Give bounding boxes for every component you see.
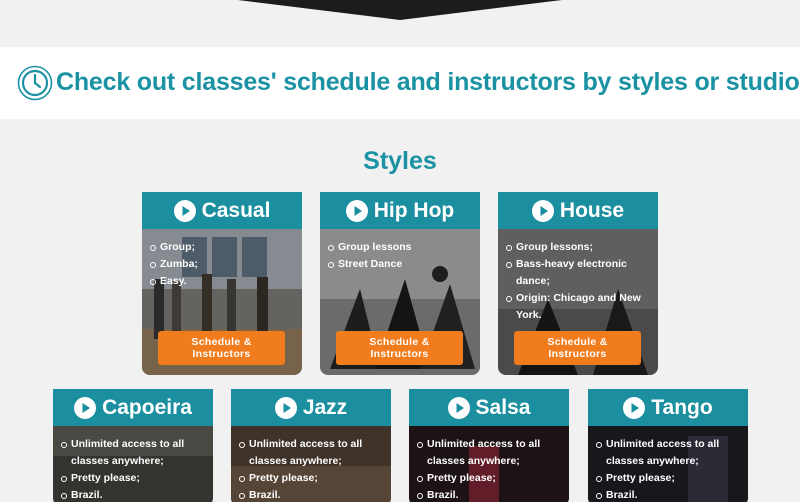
list-item: Brazil. [417, 487, 563, 502]
style-card-hip-hop[interactable]: Hip Hop Group lessons Street Dance Sched… [320, 192, 480, 375]
top-chevron-decoration [238, 0, 562, 20]
list-item: Easy. [150, 273, 296, 290]
card-body: Unlimited access to all classes anywhere… [588, 426, 748, 502]
card-header[interactable]: Casual [142, 192, 302, 229]
card-body: Unlimited access to all classes anywhere… [409, 426, 569, 502]
card-title: Hip Hop [373, 198, 455, 222]
card-feature-list: Group; Zumba; Easy. [150, 239, 296, 290]
card-header[interactable]: Hip Hop [320, 192, 480, 229]
card-header[interactable]: House [498, 192, 658, 229]
card-feature-list: Unlimited access to all classes anywhere… [417, 436, 563, 502]
style-card-casual[interactable]: Casual Group; Zumba; Easy. Schedule & Ins… [142, 192, 302, 375]
card-body: Unlimited access to all classes anywhere… [231, 426, 391, 502]
list-item: Unlimited access to all classes anywhere… [417, 436, 563, 470]
card-title: Jazz [302, 395, 348, 419]
card-title: Salsa [475, 395, 531, 419]
play-icon [74, 396, 97, 419]
list-item: Pretty please; [417, 470, 563, 487]
card-header[interactable]: Jazz [231, 389, 391, 426]
list-item: Street Dance [328, 256, 474, 273]
list-item: Brazil. [61, 487, 207, 502]
play-icon [531, 199, 554, 222]
card-header[interactable]: Capoeira [53, 389, 213, 426]
banner-heading: Check out classes' schedule and instruct… [56, 68, 800, 96]
style-card-house[interactable]: House Group lessons; Bass-heavy electron… [498, 192, 658, 375]
schedule-instructors-button[interactable]: Schedule & Instructors [158, 331, 285, 365]
card-feature-list: Unlimited access to all classes anywhere… [596, 436, 742, 502]
list-item: Pretty please; [596, 470, 742, 487]
list-item: Origin: Chicago and New York. [506, 290, 652, 324]
list-item: Group lessons; [506, 239, 652, 256]
list-item: Brazil. [596, 487, 742, 502]
list-item: Group lessons [328, 239, 474, 256]
card-body: Group lessons Street Dance Schedule & Ins… [320, 229, 480, 375]
card-body: Unlimited access to all classes anywhere… [53, 426, 213, 502]
card-title: Casual [201, 198, 271, 222]
play-icon [623, 396, 646, 419]
schedule-instructors-button[interactable]: Schedule & Instructors [336, 331, 463, 365]
card-title: Capoeira [102, 395, 192, 419]
schedule-instructors-button[interactable]: Schedule & Instructors [514, 331, 641, 365]
list-item: Pretty please; [239, 470, 385, 487]
styles-section-title: Styles [363, 147, 437, 175]
card-header[interactable]: Tango [588, 389, 748, 426]
play-icon [345, 199, 368, 222]
card-body: Group lessons; Bass-heavy electronic dan… [498, 229, 658, 375]
card-body: Group; Zumba; Easy. Schedule & Instructor… [142, 229, 302, 375]
card-feature-list: Group lessons; Bass-heavy electronic dan… [506, 239, 652, 324]
style-card-tango[interactable]: Tango Unlimited access to all classes an… [588, 389, 748, 502]
card-header[interactable]: Salsa [409, 389, 569, 426]
play-icon [173, 199, 196, 222]
card-title: Tango [651, 395, 713, 419]
list-item: Unlimited access to all classes anywhere… [239, 436, 385, 470]
card-feature-list: Unlimited access to all classes anywhere… [61, 436, 207, 502]
list-item: Brazil. [239, 487, 385, 502]
style-card-capoeira[interactable]: Capoeira Unlimited access to all classes… [53, 389, 213, 502]
list-item: Group; [150, 239, 296, 256]
card-feature-list: Group lessons Street Dance [328, 239, 474, 273]
schedule-banner: Check out classes' schedule and instruct… [0, 47, 800, 119]
card-feature-list: Unlimited access to all classes anywhere… [239, 436, 385, 502]
clock-icon [17, 65, 53, 101]
list-item: Pretty please; [61, 470, 207, 487]
play-icon [274, 396, 297, 419]
play-icon [447, 396, 470, 419]
style-card-jazz[interactable]: Jazz Unlimited access to all classes any… [231, 389, 391, 502]
style-card-salsa[interactable]: Salsa Unlimited access to all classes an… [409, 389, 569, 502]
list-item: Unlimited access to all classes anywhere… [61, 436, 207, 470]
list-item: Zumba; [150, 256, 296, 273]
list-item: Bass-heavy electronic dance; [506, 256, 652, 290]
card-title: House [559, 198, 625, 222]
list-item: Unlimited access to all classes anywhere… [596, 436, 742, 470]
